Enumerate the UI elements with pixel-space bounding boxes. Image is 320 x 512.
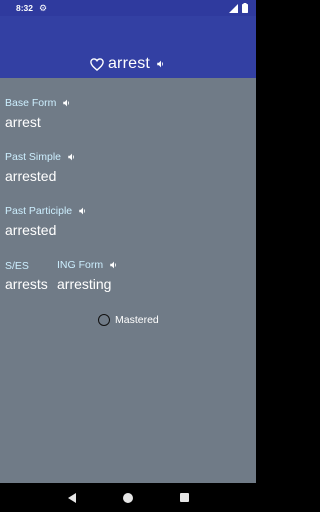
base-form-label: Base Form [5,97,72,109]
back-icon[interactable] [67,492,76,503]
speaker-icon[interactable] [62,98,72,108]
home-icon[interactable] [122,492,133,503]
screen: 8:32 ⚙ arrest Base Form arrest Past Simp… [0,0,256,512]
favorite-heart-icon[interactable] [90,57,104,71]
app-bar: arrest [0,16,256,78]
mastered-label: Mastered [115,314,159,326]
navigation-bar [0,483,256,512]
past-participle-label-text: Past Participle [5,205,73,217]
ing-form-value: arresting [57,276,112,292]
battery-icon [242,3,248,13]
word-title: arrest [107,55,151,72]
speaker-icon[interactable] [109,260,119,270]
past-participle-label: Past Participle [5,205,88,217]
past-participle-value: arrested [5,222,57,238]
mastered-radio-button[interactable] [98,314,110,326]
recents-icon[interactable] [179,493,189,502]
speaker-icon[interactable] [78,206,88,216]
past-simple-label: Past Simple [5,151,77,163]
speaker-icon[interactable] [67,152,77,162]
mastered-toggle[interactable]: Mastered [98,314,159,326]
status-time: 8:32 [16,3,34,13]
speaker-icon[interactable] [156,59,166,69]
past-simple-value: arrested [5,168,57,184]
ing-form-label: ING Form [57,259,119,271]
status-bar: 8:32 ⚙ [0,0,256,16]
past-simple-label-text: Past Simple [5,151,62,163]
ses-value: arrests [5,276,48,292]
verb-forms-panel: Base Form arrest Past Simple arrested Pa… [0,78,256,483]
settings-gear-icon: ⚙ [39,2,48,13]
base-form-label-text: Base Form [5,97,57,109]
ses-label: S/ES [5,260,29,272]
base-form-value: arrest [5,114,41,130]
word-title-row: arrest [0,54,256,74]
ing-form-label-text: ING Form [57,259,104,271]
signal-icon [229,3,238,13]
